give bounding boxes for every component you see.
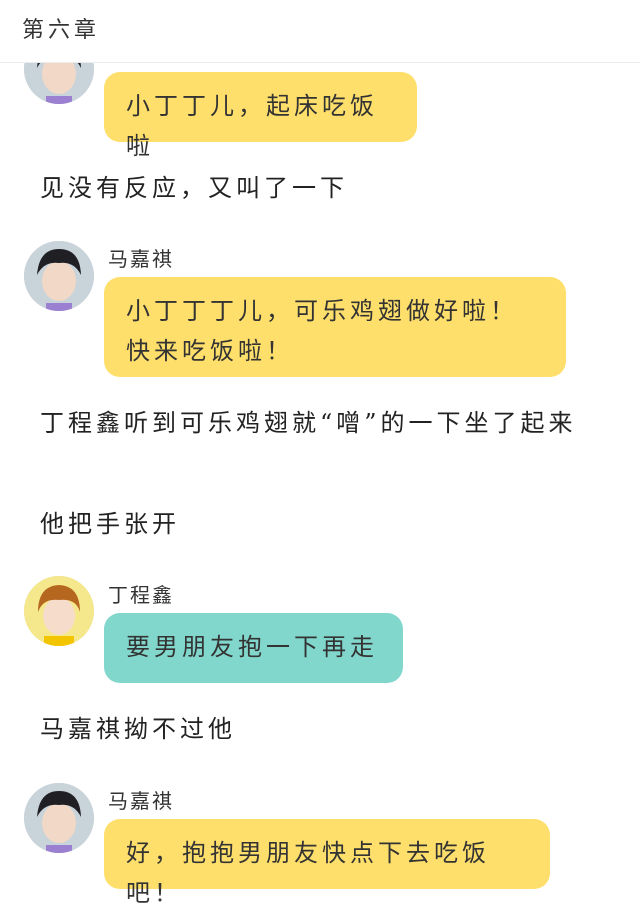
speaker-name: 丁程鑫 [108,583,174,607]
message-text: 要男朋友抱一下再走 [126,633,378,661]
avatar-ding-chengxin[interactable] [24,576,94,646]
narration-text: 丁程鑫听到可乐鸡翅就“噌”的一下坐了起来 [40,409,577,437]
narration-text: 他把手张开 [40,510,180,538]
narration-text: 见没有反应，又叫了一下 [40,174,348,202]
speaker-name: 马嘉祺 [108,247,174,271]
speaker-name: 马嘉祺 [108,789,174,813]
message-text: 小丁丁儿，起床吃饭啦 [126,92,378,160]
message-bubble: 小丁丁儿，起床吃饭啦 [104,72,417,160]
message-text: 小丁丁丁儿，可乐鸡翅做好啦！快来吃饭啦！ [126,297,518,365]
message-text: 好，抱抱男朋友快点下去吃饭吧！ [126,839,490,907]
avatar-ma-jiaqi[interactable] [24,241,94,311]
avatar-ma-jiaqi[interactable] [24,783,94,853]
message-bubble: 要男朋友抱一下再走 [104,613,403,683]
message-bubble: 好，抱抱男朋友快点下去吃饭吧！ [104,819,550,907]
narration-text: 马嘉祺拗不过他 [40,715,236,743]
message-bubble: 小丁丁丁儿，可乐鸡翅做好啦！快来吃饭啦！ [104,277,566,377]
chapter-header: 第六章 [0,0,640,63]
chapter-title: 第六章 [22,18,101,43]
